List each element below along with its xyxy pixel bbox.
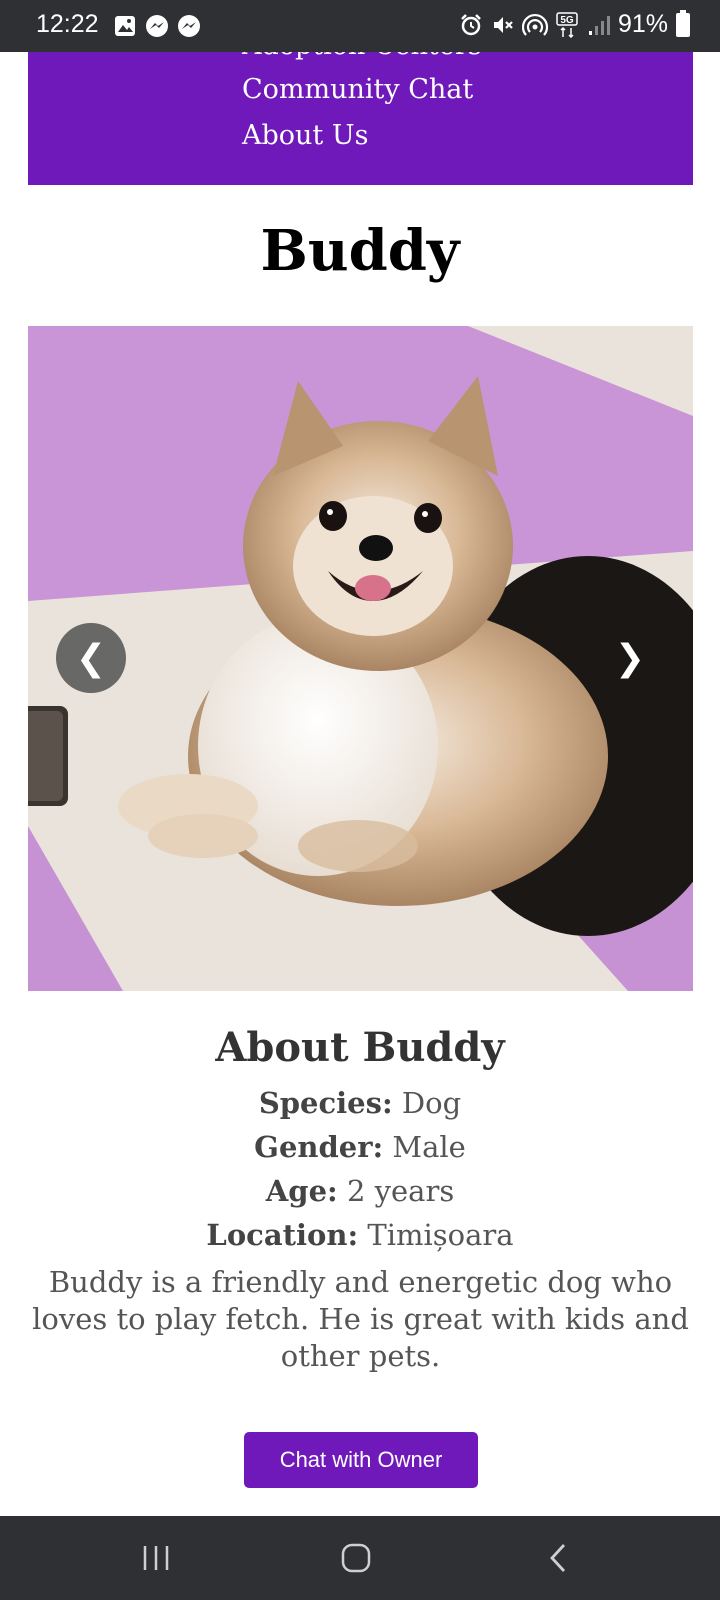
detail-label: Species: [258, 1086, 393, 1120]
detail-label: Gender: [254, 1130, 384, 1164]
gallery-icon [112, 13, 138, 39]
system-nav-bar [0, 1516, 720, 1600]
messenger-icon [144, 13, 170, 39]
hotspot-icon [521, 12, 548, 38]
recent-apps-icon[interactable] [134, 1538, 178, 1578]
pet-description: Buddy is a friendly and energetic dog wh… [32, 1265, 689, 1373]
status-bar: 12:22 5G 91% [0, 0, 720, 52]
photo-carousel[interactable]: ❮ ❯ [28, 326, 693, 991]
page-title: Buddy [260, 218, 460, 284]
detail-age: Age: 2 years [0, 1174, 720, 1208]
nav-item-community-chat[interactable]: Community Chat [242, 74, 473, 105]
carousel-prev-button[interactable]: ❮ [56, 623, 126, 693]
detail-value: Dog [401, 1086, 462, 1120]
mute-icon [490, 12, 516, 38]
detail-value: Male [392, 1130, 466, 1164]
home-icon[interactable] [334, 1538, 378, 1578]
chat-with-owner-button[interactable]: Chat with Owner [244, 1432, 478, 1488]
nav-item-adoption-centers[interactable]: Adoption Centers [242, 52, 482, 61]
detail-value: 2 years [346, 1174, 455, 1208]
signal-icon [586, 12, 612, 38]
detail-value: Timișoara [367, 1218, 514, 1252]
detail-gender: Gender: Male [0, 1130, 720, 1164]
nav-item-about-us[interactable]: About Us [242, 120, 368, 151]
back-icon[interactable] [536, 1538, 580, 1578]
main-nav: Adoption Centers Community Chat About Us [28, 52, 693, 185]
detail-label: Location: [206, 1218, 359, 1252]
detail-location: Location: Timișoara [0, 1218, 720, 1252]
carousel-next-button[interactable]: ❯ [595, 623, 665, 693]
messenger-icon [176, 13, 202, 39]
pet-photo [28, 326, 693, 991]
battery-icon [676, 9, 690, 37]
about-heading: About Buddy [215, 1024, 505, 1071]
svg-text:5G: 5G [560, 15, 574, 26]
status-time: 12:22 [36, 10, 99, 38]
system-icons: 5G 91% [458, 9, 690, 39]
battery-level: 91% [617, 10, 668, 38]
5g-icon: 5G [554, 11, 580, 38]
alarm-icon [458, 12, 484, 38]
notification-icons [112, 13, 202, 39]
detail-label: Age: [265, 1174, 338, 1208]
detail-species: Species: Dog [0, 1086, 720, 1120]
